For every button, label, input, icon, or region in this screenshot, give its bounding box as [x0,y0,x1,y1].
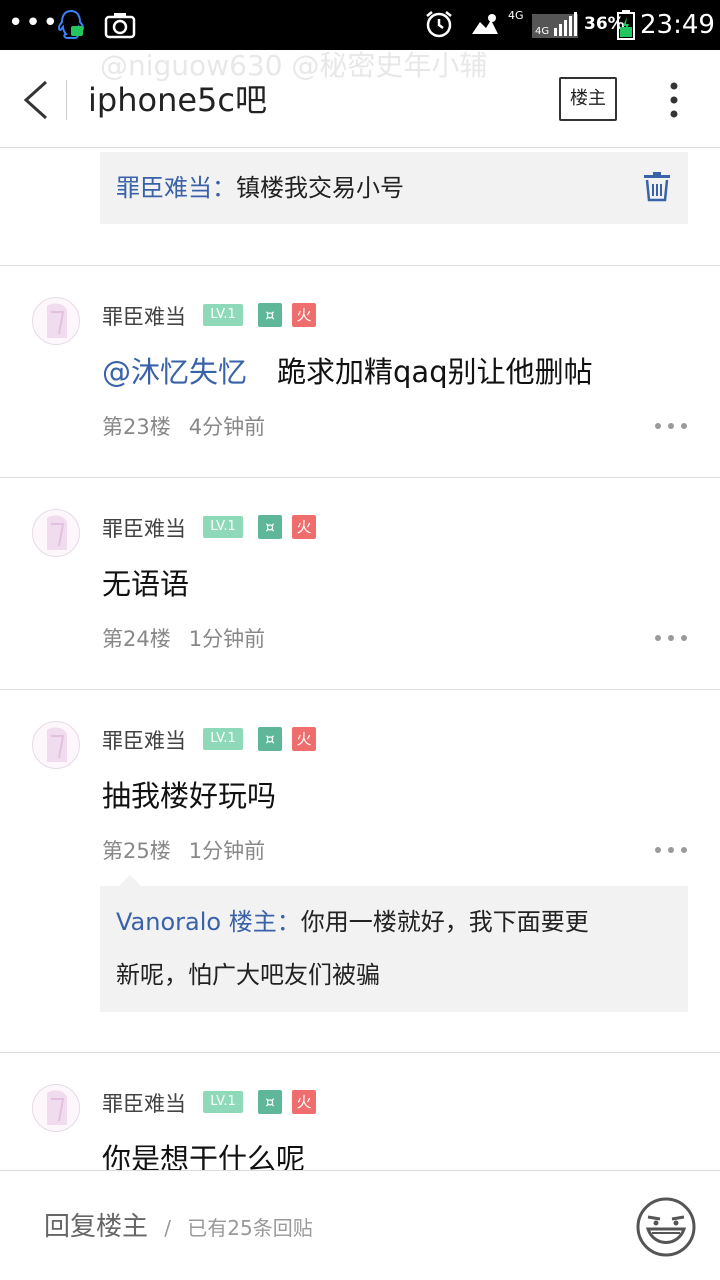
network-type: 4G [508,9,524,22]
divider [0,689,720,690]
quote-author[interactable]: 罪臣难当： [116,174,236,202]
sub-reply[interactable]: Vanoralo 楼主：你用一楼就好，我下面要更 新呢，怕广大吧友们被骗 [100,886,688,1012]
more-horiz-icon[interactable] [654,845,688,855]
fire-badge: 火 [292,303,316,327]
member-badge: ¤ [258,303,282,327]
page-title: iphone5c吧 [88,81,267,119]
fire-badge: 火 [292,1090,316,1114]
member-badge: ¤ [258,727,282,751]
reply-text-line2: 新呢，怕广大吧友们被骗 [116,961,380,989]
post-time: 4分钟前 [188,415,266,439]
divider [0,477,720,478]
thread-header: @niguow630 @秘密史年小辅 iphone5c吧 楼主 [0,50,720,148]
more-horiz-icon[interactable] [654,633,688,643]
reply-bar: 回复楼主 / 已有25条回贴 [0,1170,720,1280]
avatar-image [47,303,67,338]
more-horiz-icon[interactable] [654,421,688,431]
post-meta: 第23楼 4分钟前 [102,412,265,442]
level-badge: LV.1 [203,728,243,750]
more-vert-icon[interactable] [664,80,684,120]
avatar[interactable] [32,297,80,345]
username[interactable]: 罪臣难当 [102,1089,186,1119]
qq-icon [57,9,85,39]
header-divider [66,80,67,120]
reply-count: 已有25条回贴 [187,1216,313,1240]
avatar[interactable] [32,509,80,557]
avatar[interactable] [32,721,80,769]
trash-icon[interactable] [644,172,670,202]
avatar-image [47,515,67,550]
quote-text: 镇楼我交易小号 [236,174,404,202]
battery-icon [617,10,635,40]
floor-number: 第23楼 [102,415,171,439]
clock: 23:49 [640,10,715,40]
divider [0,265,720,266]
reply-label: 回复楼主 [44,1212,149,1242]
post-time: 1分钟前 [188,839,266,863]
avatar-image [47,727,67,762]
svg-text:4G: 4G [535,26,549,37]
mention-link[interactable]: @沐忆失忆 [102,355,247,389]
username[interactable]: 罪臣难当 [102,302,186,332]
reply-author[interactable]: Vanoralo 楼主： [116,908,301,936]
fire-badge: 火 [292,515,316,539]
divider [0,1052,720,1053]
post-text: 无语语 [102,567,190,601]
username[interactable]: 罪臣难当 [102,514,186,544]
avatar-image [47,1090,67,1125]
post-time: 1分钟前 [188,627,266,651]
back-arrow-icon[interactable] [18,78,54,122]
fire-badge: 火 [292,727,316,751]
level-badge: LV.1 [203,304,243,326]
alarm-icon [426,11,452,38]
post-meta: 第25楼 1分钟前 [102,836,265,866]
member-badge: ¤ [258,1090,282,1114]
level-badge: LV.1 [203,1091,243,1113]
floor-number: 第24楼 [102,627,171,651]
member-badge: ¤ [258,515,282,539]
separator: / [164,1216,172,1240]
floor-number: 第25楼 [102,839,171,863]
emoji-icon[interactable] [634,1195,698,1259]
post-content: @沐忆失忆 跪求加精qaq别让他删帖 [102,352,593,392]
status-bar: ••• 4G 4G 36% 23:49 [0,0,720,50]
post-meta: 第24楼 1分钟前 [102,624,265,654]
weather-icon [472,14,498,34]
camera-icon [104,13,136,39]
post-text: 抽我楼好玩吗 [102,779,277,813]
quoted-reply: 罪臣难当：镇楼我交易小号 [100,152,688,224]
reply-text-line1: 你用一楼就好，我下面要更 [300,908,589,936]
notification-dots: ••• [8,8,61,38]
owner-only-button[interactable]: 楼主 [559,77,617,121]
reply-input[interactable]: 回复楼主 / 已有25条回贴 [44,1207,313,1248]
avatar[interactable] [32,1084,80,1132]
username[interactable]: 罪臣难当 [102,726,186,756]
signal-icon: 4G [532,12,578,38]
post-text: 跪求加精qaq别让他删帖 [277,355,593,389]
level-badge: LV.1 [203,516,243,538]
